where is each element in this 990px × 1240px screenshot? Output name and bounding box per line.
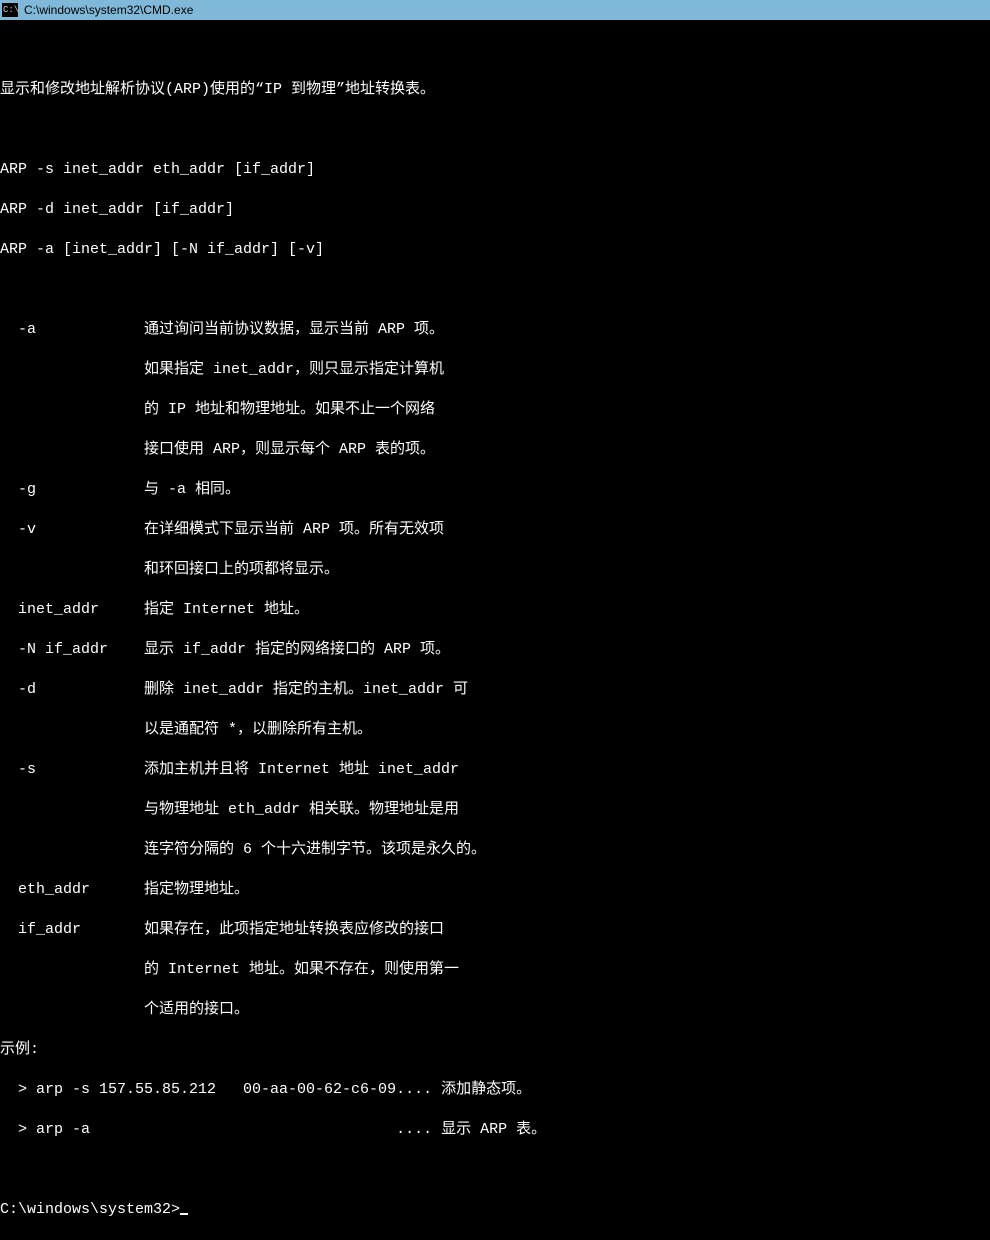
output-line: 与物理地址 eth_addr 相关联。物理地址是用 bbox=[0, 800, 990, 820]
cmd-icon: C:\ bbox=[2, 3, 18, 17]
output-line: 的 IP 地址和物理地址。如果不止一个网络 bbox=[0, 400, 990, 420]
output-line: -v 在详细模式下显示当前 ARP 项。所有无效项 bbox=[0, 520, 990, 540]
output-line: 连字符分隔的 6 个十六进制字节。该项是永久的。 bbox=[0, 840, 990, 860]
output-line: ARP -d inet_addr [if_addr] bbox=[0, 200, 990, 220]
output-line: 接口使用 ARP，则显示每个 ARP 表的项。 bbox=[0, 440, 990, 460]
output-line: -g 与 -a 相同。 bbox=[0, 480, 990, 500]
output-line: ARP -s inet_addr eth_addr [if_addr] bbox=[0, 160, 990, 180]
cursor bbox=[180, 1213, 188, 1215]
prompt-line[interactable]: C:\windows\system32> bbox=[0, 1200, 990, 1220]
output-line: -a 通过询问当前协议数据，显示当前 ARP 项。 bbox=[0, 320, 990, 340]
output-line: -N if_addr 显示 if_addr 指定的网络接口的 ARP 项。 bbox=[0, 640, 990, 660]
output-line: 的 Internet 地址。如果不存在，则使用第一 bbox=[0, 960, 990, 980]
output-line: eth_addr 指定物理地址。 bbox=[0, 880, 990, 900]
output-line: 示例: bbox=[0, 1040, 990, 1060]
output-line: 和环回接口上的项都将显示。 bbox=[0, 560, 990, 580]
output-line: 以是通配符 *，以删除所有主机。 bbox=[0, 720, 990, 740]
window-titlebar[interactable]: C:\ C:\windows\system32\CMD.exe bbox=[0, 0, 990, 20]
window-title: C:\windows\system32\CMD.exe bbox=[24, 3, 193, 17]
output-line: 个适用的接口。 bbox=[0, 1000, 990, 1020]
output-line: > arp -a .... 显示 ARP 表。 bbox=[0, 1120, 990, 1140]
terminal-output: 显示和修改地址解析协议(ARP)使用的“IP 到物理”地址转换表。 ARP -s… bbox=[0, 20, 990, 1240]
output-line: if_addr 如果存在，此项指定地址转换表应修改的接口 bbox=[0, 920, 990, 940]
output-line: inet_addr 指定 Internet 地址。 bbox=[0, 600, 990, 620]
output-line: 如果指定 inet_addr，则只显示指定计算机 bbox=[0, 360, 990, 380]
output-line: > arp -s 157.55.85.212 00-aa-00-62-c6-09… bbox=[0, 1080, 990, 1100]
prompt-text: C:\windows\system32> bbox=[0, 1201, 180, 1218]
output-line: -d 删除 inet_addr 指定的主机。inet_addr 可 bbox=[0, 680, 990, 700]
output-line: ARP -a [inet_addr] [-N if_addr] [-v] bbox=[0, 240, 990, 260]
output-line: -s 添加主机并且将 Internet 地址 inet_addr bbox=[0, 760, 990, 780]
output-line: 显示和修改地址解析协议(ARP)使用的“IP 到物理”地址转换表。 bbox=[0, 80, 990, 100]
